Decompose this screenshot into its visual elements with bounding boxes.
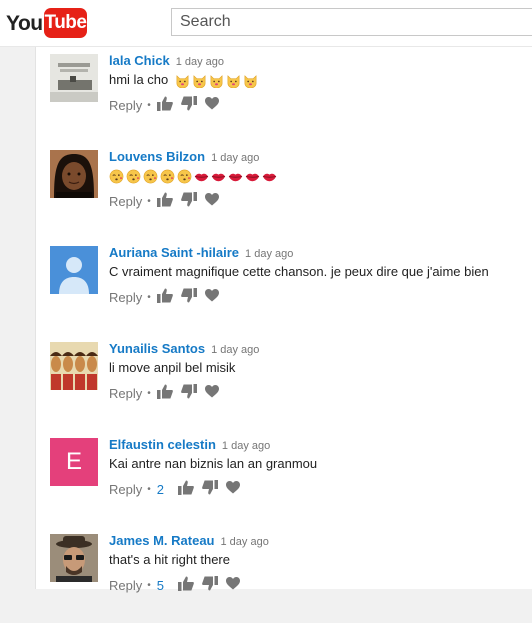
- comment-text: Kai antre nan biznis lan an granmou: [109, 456, 318, 471]
- timestamp[interactable]: 1 day ago: [211, 152, 259, 164]
- comment-header: Louvens Bilzon 1 day ago: [109, 148, 259, 166]
- comment-actions: Reply • 2: [109, 480, 248, 498]
- comment: Auriana Saint -hilaire 1 day ago C vraime…: [36, 239, 532, 335]
- heart-icon[interactable]: [204, 289, 219, 305]
- timestamp[interactable]: 1 day ago: [222, 440, 270, 452]
- lips-icon: [262, 173, 277, 182]
- thumbs-down-icon[interactable]: [202, 480, 218, 498]
- author-name[interactable]: James M. Rateau: [109, 533, 215, 548]
- timestamp[interactable]: 1 day ago: [176, 56, 224, 68]
- thumbs-up-icon[interactable]: [178, 480, 194, 498]
- comment-text: hmi la cho: [109, 72, 258, 89]
- comment-header: lala Chick 1 day ago: [109, 52, 224, 70]
- timestamp[interactable]: 1 day ago: [221, 536, 269, 548]
- separator-dot: •: [147, 99, 151, 111]
- comments-list: lala Chick 1 day ago hmi la cho Reply •: [35, 47, 532, 593]
- avatar[interactable]: [50, 534, 98, 582]
- author-name[interactable]: Louvens Bilzon: [109, 149, 205, 164]
- thumbs-down-icon[interactable]: [180, 288, 197, 306]
- comment-text-body: hmi la cho: [109, 72, 169, 87]
- kissing-cat-face-icon: [176, 75, 189, 89]
- emoji-group: [109, 169, 277, 184]
- lips-icon: [245, 173, 260, 182]
- comment-text: C vraiment magnifique cette chanson. je …: [109, 264, 489, 279]
- reply-button[interactable]: Reply: [109, 98, 142, 113]
- comment: Louvens Bilzon 1 day ago Reply •: [36, 143, 532, 239]
- comment-text: that's a hit right there: [109, 552, 230, 567]
- separator-dot: •: [147, 291, 151, 303]
- comment-header: Yunailis Santos 1 day ago: [109, 340, 259, 358]
- face-blowing-kiss-icon: [126, 169, 141, 184]
- thumbs-down-icon[interactable]: [180, 192, 197, 210]
- timestamp[interactable]: 1 day ago: [245, 248, 293, 260]
- author-name[interactable]: Elfaustin celestin: [109, 437, 216, 452]
- logo-you-text: You: [6, 12, 43, 35]
- logo-tube-badge: Tube: [44, 8, 87, 38]
- heart-icon[interactable]: [204, 193, 219, 209]
- heart-icon[interactable]: [226, 481, 240, 497]
- avatar[interactable]: E: [50, 438, 98, 486]
- separator-dot: •: [147, 195, 151, 207]
- comment-actions: Reply •: [109, 384, 227, 402]
- lips-icon: [211, 173, 226, 182]
- masthead: You Tube: [0, 0, 532, 47]
- kissing-cat-face-icon: [210, 75, 223, 89]
- comment: E Elfaustin celestin 1 day ago Kai antre …: [36, 431, 532, 527]
- comment-actions: Reply •: [109, 288, 227, 306]
- lips-icon: [228, 173, 243, 182]
- reply-button[interactable]: Reply: [109, 290, 142, 305]
- thumbs-up-icon[interactable]: [156, 288, 173, 306]
- thumbs-down-icon[interactable]: [180, 384, 197, 402]
- comment-header: Elfaustin celestin 1 day ago: [109, 436, 270, 454]
- kissing-cat-face-icon: [244, 75, 257, 89]
- face-blowing-kiss-icon: [177, 169, 192, 184]
- comment-actions: Reply •: [109, 192, 227, 210]
- author-name[interactable]: Yunailis Santos: [109, 341, 205, 356]
- comment: James M. Rateau 1 day ago that's a hit ri…: [36, 527, 532, 623]
- search-input[interactable]: [171, 8, 532, 36]
- thumbs-up-icon[interactable]: [178, 576, 194, 594]
- thumbs-up-icon[interactable]: [156, 96, 173, 114]
- avatar[interactable]: [50, 54, 98, 102]
- reply-button[interactable]: Reply: [109, 386, 142, 401]
- comment: Yunailis Santos 1 day ago li move anpil b…: [36, 335, 532, 431]
- avatar[interactable]: [50, 150, 98, 198]
- reply-button[interactable]: Reply: [109, 194, 142, 209]
- lips-icon: [194, 173, 209, 182]
- comment: lala Chick 1 day ago hmi la cho Reply •: [36, 47, 532, 143]
- face-blowing-kiss-icon: [143, 169, 158, 184]
- comment-actions: Reply • 5: [109, 576, 248, 594]
- timestamp[interactable]: 1 day ago: [211, 344, 259, 356]
- like-count: 2: [156, 481, 164, 497]
- emoji-group: [175, 73, 258, 89]
- thumbs-down-icon[interactable]: [202, 576, 218, 594]
- author-name[interactable]: lala Chick: [109, 53, 170, 68]
- comment-text: [109, 168, 277, 184]
- thumbs-down-icon[interactable]: [180, 96, 197, 114]
- avatar[interactable]: [50, 342, 98, 390]
- comment-header: James M. Rateau 1 day ago: [109, 532, 269, 550]
- separator-dot: •: [147, 483, 151, 495]
- like-count: 5: [156, 577, 164, 593]
- comment-text: li move anpil bel misik: [109, 360, 236, 375]
- heart-icon[interactable]: [204, 385, 219, 401]
- comment-actions: Reply •: [109, 96, 227, 114]
- face-blowing-kiss-icon: [160, 169, 175, 184]
- kissing-cat-face-icon: [193, 75, 206, 89]
- heart-icon[interactable]: [204, 97, 219, 113]
- comment-header: Auriana Saint -hilaire 1 day ago: [109, 244, 293, 262]
- reply-button[interactable]: Reply: [109, 482, 142, 497]
- heart-icon[interactable]: [226, 577, 240, 593]
- avatar[interactable]: [50, 246, 98, 294]
- author-name[interactable]: Auriana Saint -hilaire: [109, 245, 239, 260]
- avatar-letter: E: [65, 448, 82, 475]
- separator-dot: •: [147, 387, 151, 399]
- face-blowing-kiss-icon: [109, 169, 124, 184]
- thumbs-up-icon[interactable]: [156, 384, 173, 402]
- reply-button[interactable]: Reply: [109, 578, 142, 593]
- thumbs-up-icon[interactable]: [156, 192, 173, 210]
- kissing-cat-face-icon: [227, 75, 240, 89]
